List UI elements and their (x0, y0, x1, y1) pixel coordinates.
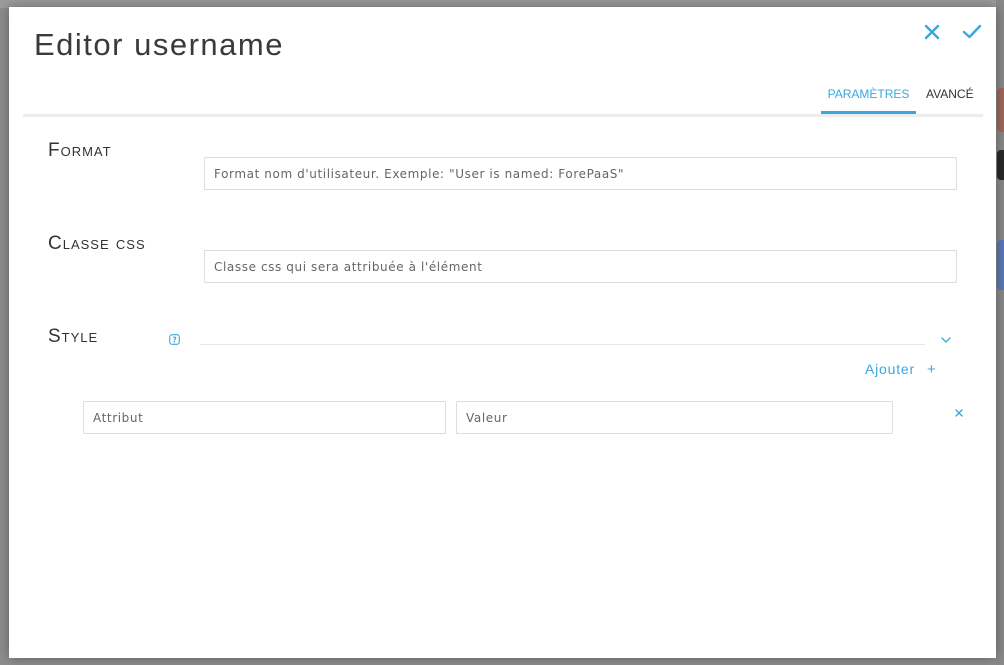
tab-bar: Paramètres Avancé (9, 85, 996, 123)
close-button[interactable] (921, 21, 943, 43)
editor-modal: Editor username Paramètres Avancé Format… (9, 7, 996, 658)
style-value-input[interactable] (456, 401, 893, 434)
background-decoration (997, 88, 1004, 132)
modal-title: Editor username (34, 27, 284, 62)
plus-icon: + (926, 361, 937, 378)
chevron-down-icon[interactable] (940, 335, 952, 345)
close-icon (924, 24, 940, 40)
format-label: Format (48, 140, 112, 161)
css-class-label: Classe css (48, 233, 146, 254)
add-style-label: Ajouter (865, 361, 915, 377)
background-decoration (997, 150, 1004, 180)
css-class-input[interactable] (204, 250, 957, 283)
style-section-divider (200, 344, 925, 345)
tab-parametres[interactable]: Paramètres (821, 85, 916, 112)
background-decoration (997, 240, 1004, 290)
check-icon (962, 24, 982, 39)
active-tab-indicator (821, 111, 916, 114)
question-icon[interactable]: ? (169, 334, 180, 345)
remove-style-row-icon[interactable] (954, 408, 964, 418)
style-label: Style (48, 326, 99, 347)
tab-avance[interactable]: Avancé (926, 85, 974, 112)
svg-text:?: ? (172, 335, 176, 344)
add-style-button[interactable]: Ajouter + (865, 359, 937, 379)
tab-divider (23, 114, 983, 117)
format-input[interactable] (204, 157, 957, 190)
confirm-button[interactable] (961, 21, 983, 43)
style-attribute-input[interactable] (83, 401, 446, 434)
